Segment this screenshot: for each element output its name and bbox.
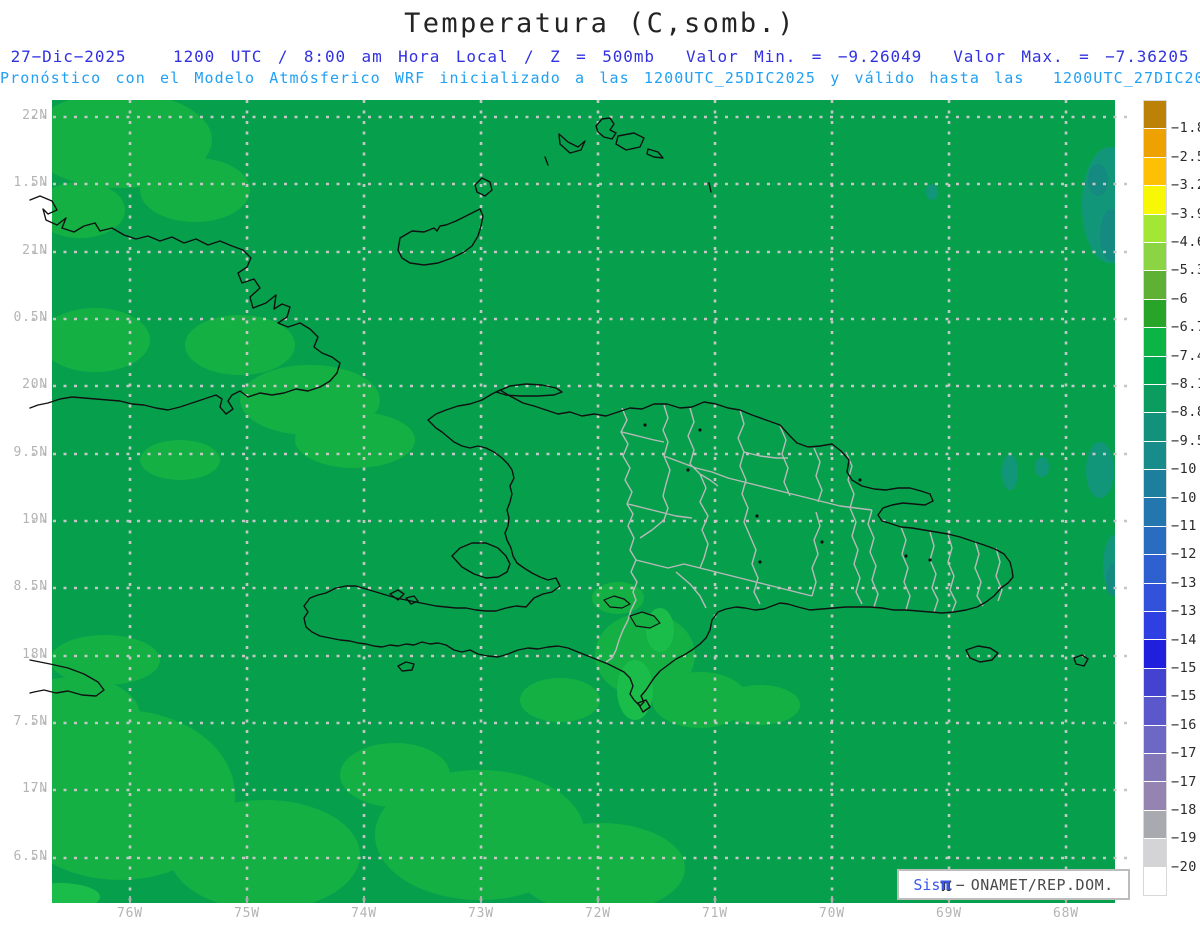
lat-axis-label: 9.5N — [13, 445, 48, 460]
colorbar-tick-label: −11.6 — [1171, 518, 1200, 534]
colorbar-segment — [1144, 612, 1166, 640]
colorbar-tick-label: −3.2 — [1171, 177, 1200, 194]
colorbar-segment — [1144, 668, 1166, 697]
branding-org: ONAMET/REP.DOM. — [970, 875, 1114, 894]
colorbar-segment — [1144, 583, 1166, 612]
colorbar-tick-label: −13 — [1171, 574, 1197, 591]
colorbar-tick-label: −20 — [1171, 858, 1197, 875]
sispi-logo-sis: Sis — [913, 875, 941, 894]
lat-axis-label: 21N — [22, 243, 48, 258]
colorbar-tick-label: −6 — [1171, 290, 1189, 307]
colorbar-tick-label: −13.7 — [1171, 603, 1200, 620]
colorbar-segment — [1144, 129, 1166, 157]
lat-axis-label: 20N — [22, 377, 48, 392]
lat-axis-label: 0.5N — [13, 310, 48, 325]
lat-axis-label: 18N — [22, 647, 48, 662]
colorbar-segment — [1144, 526, 1166, 555]
colorbar-tick-label: −9.5 — [1171, 432, 1200, 449]
lat-axis-label: 19N — [22, 512, 48, 527]
lat-axis-label: 22N — [22, 108, 48, 123]
colorbar-tick-label: −10.9 — [1171, 489, 1200, 506]
lon-axis-label: 68W — [1053, 906, 1079, 921]
colorbar-segment — [1144, 413, 1166, 441]
colorbar-segment — [1144, 299, 1166, 328]
colorbar — [1143, 100, 1167, 896]
colorbar-segment — [1144, 782, 1166, 810]
weather-map-page: Temperatura (C,somb.) 27−Dic−2025 1200 U… — [0, 0, 1200, 927]
colorbar-segment — [1144, 753, 1166, 782]
colorbar-tick-label: −4.6 — [1171, 234, 1200, 250]
colorbar-tick-label: −3.9 — [1171, 205, 1200, 222]
colorbar-segment — [1144, 640, 1166, 668]
colorbar-tick-label: −10.2 — [1171, 461, 1200, 478]
lon-axis-label: 74W — [351, 906, 377, 921]
colorbar-tick-label: −15.8 — [1171, 688, 1200, 705]
colorbar-tick-label: −17.2 — [1171, 745, 1200, 762]
colorbar-segment — [1144, 470, 1166, 498]
colorbar-segment — [1144, 867, 1166, 895]
colorbar-segment — [1144, 384, 1166, 413]
colorbar-segment — [1144, 271, 1166, 299]
colorbar-tick-label: −6.7 — [1171, 319, 1200, 336]
pi-icon: π — [940, 874, 951, 895]
colorbar-segment — [1144, 498, 1166, 526]
colorbar-tick-label: −16.5 — [1171, 716, 1200, 733]
lon-axis-label: 75W — [234, 906, 260, 921]
colorbar-tick-label: −15.1 — [1171, 660, 1200, 676]
colorbar-segment — [1144, 328, 1166, 356]
lon-axis-label: 69W — [936, 906, 962, 921]
colorbar-tick-label: −2.5 — [1171, 148, 1200, 165]
colorbar-segment — [1144, 810, 1166, 839]
model-info-line: Pronóstico con el Modelo Atmósferico WRF… — [0, 69, 1200, 87]
lat-axis-label: 8.5N — [13, 579, 48, 594]
lon-axis-label: 72W — [585, 906, 611, 921]
colorbar-segment — [1144, 725, 1166, 753]
lat-axis-label: 17N — [22, 781, 48, 796]
branding-dash: − — [955, 875, 965, 894]
plot-title: Temperatura (C,somb.) — [404, 8, 796, 39]
map-svg — [29, 100, 1133, 903]
colorbar-segment — [1144, 697, 1166, 725]
branding-box: Sis π − ONAMET/REP.DOM. — [897, 869, 1130, 900]
colorbar-tick-label: −12.3 — [1171, 546, 1200, 563]
colorbar-tick-label: −19.3 — [1171, 830, 1200, 847]
lat-axis-label: 1.5N — [13, 175, 48, 190]
colorbar-segment — [1144, 839, 1166, 867]
colorbar-segment — [1144, 186, 1166, 214]
lon-axis-label: 73W — [468, 906, 494, 921]
colorbar-tick-label: −18.6 — [1171, 802, 1200, 818]
colorbar-segment — [1144, 441, 1166, 470]
colorbar-tick-label: −14.4 — [1171, 631, 1200, 648]
lat-axis-label: 7.5N — [13, 714, 48, 729]
colorbar-segment — [1144, 242, 1166, 271]
colorbar-tick-label: −8.8 — [1171, 404, 1200, 421]
colorbar-tick-label: −1.8 — [1171, 120, 1200, 137]
validity-line: 27−Dic−2025 1200 UTC / 8:00 am Hora Loca… — [10, 47, 1190, 66]
colorbar-tick-label: −17.9 — [1171, 773, 1200, 790]
lat-axis-label: 6.5N — [13, 849, 48, 864]
colorbar-segment — [1144, 214, 1166, 242]
colorbar-tick-label: −7.4 — [1171, 347, 1200, 364]
colorbar-segment — [1144, 555, 1166, 583]
colorbar-segment — [1144, 356, 1166, 384]
colorbar-segment — [1144, 157, 1166, 186]
lon-axis-label: 71W — [702, 906, 728, 921]
colorbar-tick-label: −5.3 — [1171, 262, 1200, 279]
lon-axis-label: 70W — [819, 906, 845, 921]
colorbar-segment — [1144, 101, 1166, 129]
lon-axis-label: 76W — [117, 906, 143, 921]
colorbar-tick-label: −8.1 — [1171, 376, 1200, 392]
